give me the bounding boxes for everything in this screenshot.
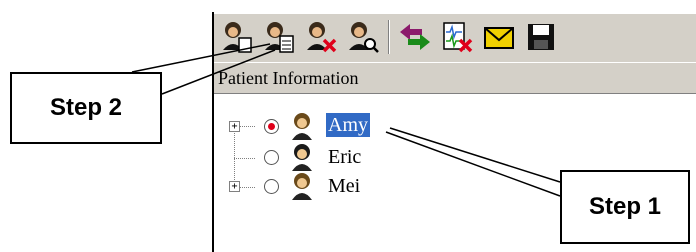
callout-step-2: Step 2 xyxy=(10,72,162,144)
callout-step-1: Step 1 xyxy=(560,170,690,244)
